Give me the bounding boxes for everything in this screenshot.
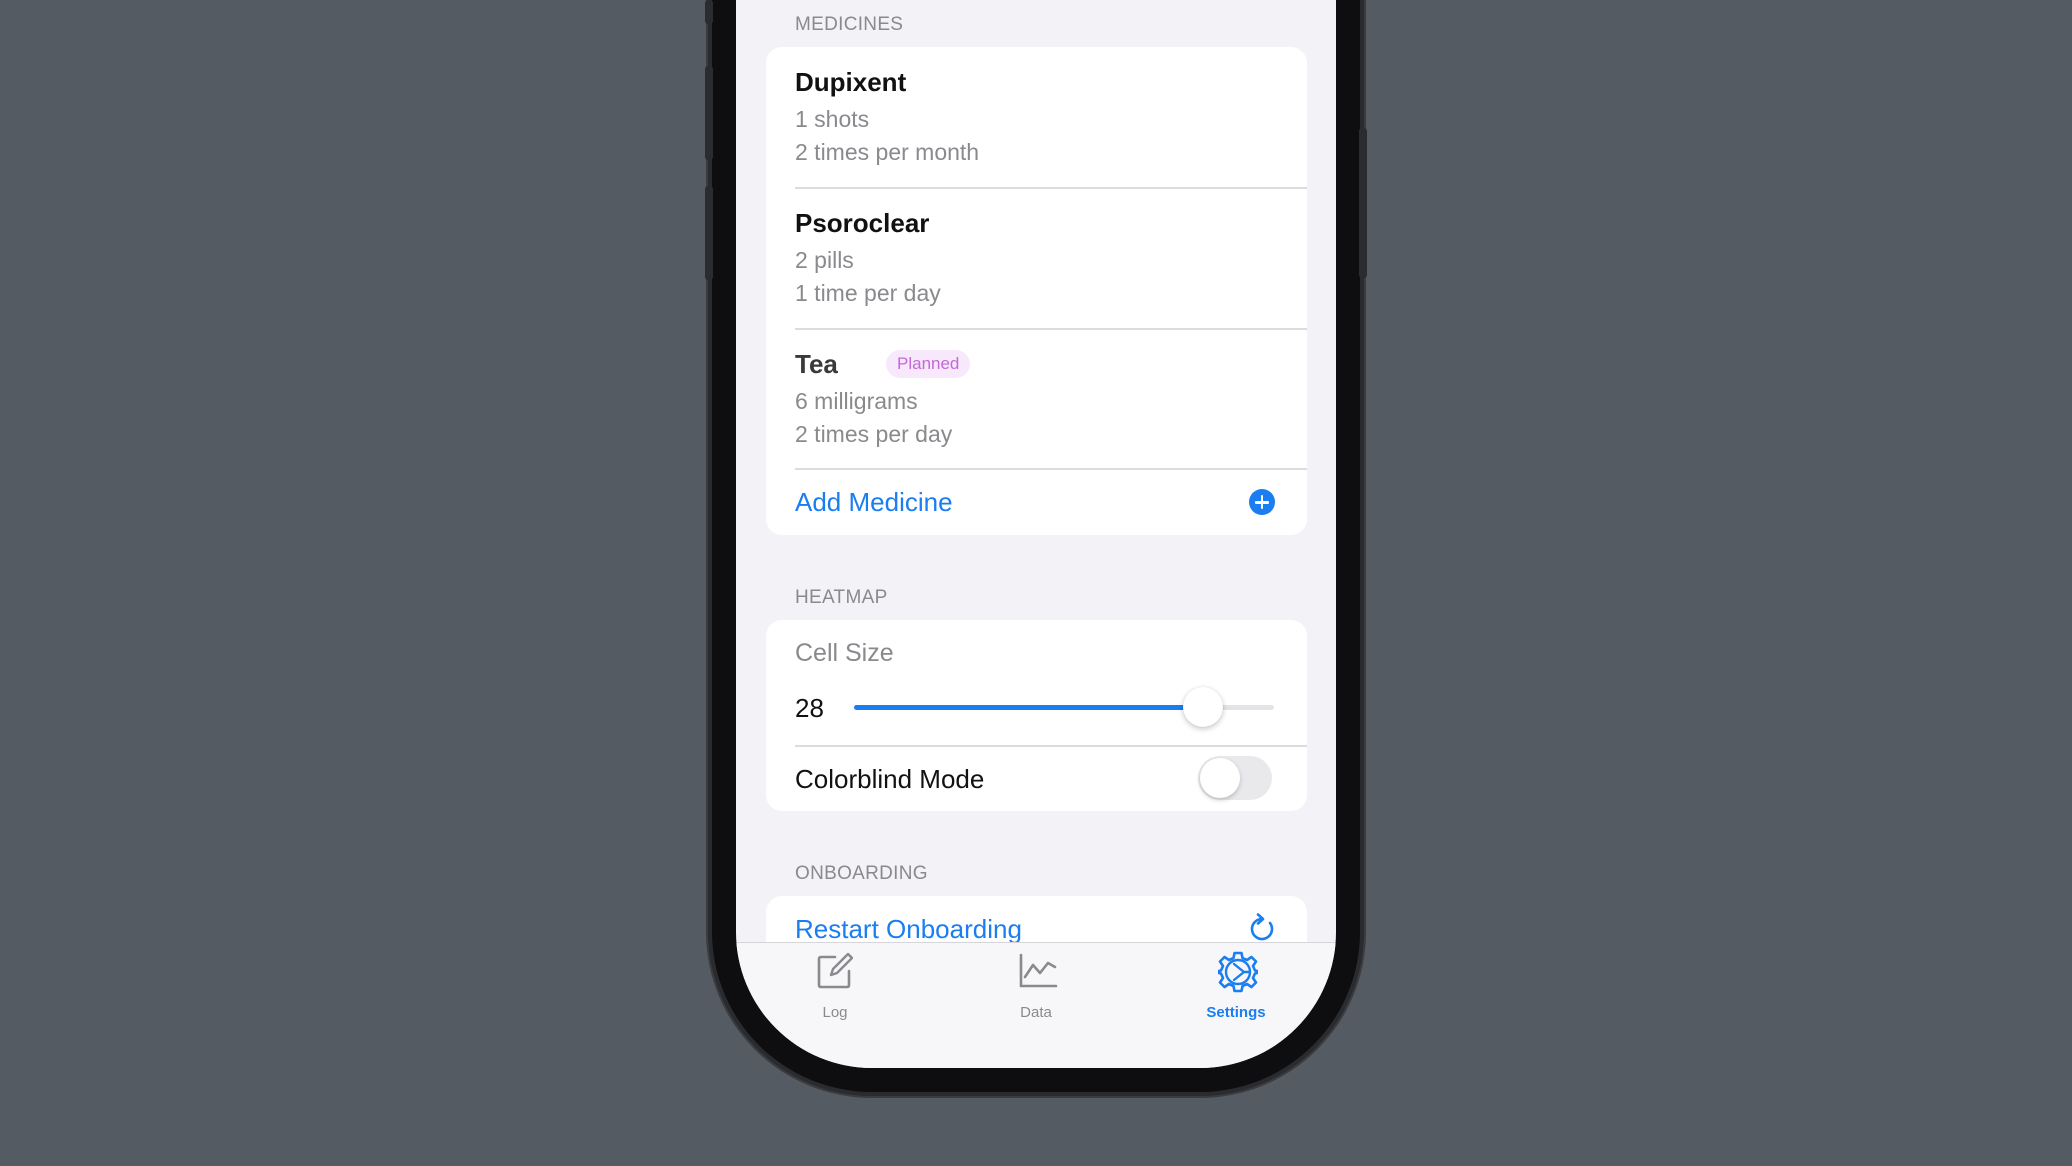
medicine-row-tea[interactable]: Tea Planned 6 milligrams 2 times per day <box>766 329 1307 469</box>
tab-log[interactable]: Log <box>775 951 895 1021</box>
compose-icon <box>817 952 853 989</box>
medicine-dose: 2 pills <box>795 247 854 273</box>
medicine-frequency: 1 time per day <box>795 280 941 306</box>
tab-settings[interactable]: Settings <box>1176 951 1296 1021</box>
medicine-frequency: 2 times per day <box>795 421 953 447</box>
tab-label: Data <box>1020 1004 1052 1021</box>
refresh-icon <box>1250 913 1274 941</box>
medicine-name: Psoroclear <box>795 208 930 238</box>
cell-size-label: Cell Size <box>795 639 894 667</box>
cell-size-slider[interactable] <box>854 687 1274 727</box>
medicine-dose: 6 milligrams <box>795 388 918 414</box>
power-button <box>1359 128 1367 278</box>
plus-circle-icon <box>1249 489 1275 515</box>
toggle-knob <box>1200 758 1240 798</box>
heatmap-settings: Cell Size 28 Colorblind Mode <box>766 620 1307 811</box>
tab-label: Settings <box>1206 1004 1266 1021</box>
colorblind-mode-label: Colorblind Mode <box>795 764 985 794</box>
chart-line-icon <box>1019 953 1058 988</box>
tab-bar: Log Data Settings <box>736 942 1336 1068</box>
colorblind-mode-toggle[interactable] <box>1198 756 1272 800</box>
add-medicine-label: Add Medicine <box>795 487 953 517</box>
volume-down-button <box>705 186 713 280</box>
cell-size-slider-fill <box>854 705 1203 710</box>
cell-size-slider-thumb[interactable] <box>1182 687 1223 727</box>
cell-size-value: 28 <box>795 693 824 723</box>
medicine-name: Dupixent <box>795 67 907 97</box>
planned-badge: Planned <box>886 350 971 378</box>
section-header-heatmap: HEATMAP <box>795 587 888 608</box>
restart-onboarding-label: Restart Onboarding <box>795 914 1022 944</box>
volume-up-button <box>705 66 713 160</box>
gear-icon <box>1218 951 1258 993</box>
add-medicine-button[interactable]: Add Medicine <box>766 469 1307 535</box>
phone-screen: MEDICINES Dupixent 1 shots 2 times per m… <box>736 0 1336 1068</box>
medicine-name: Tea <box>795 349 838 379</box>
medicine-frequency: 2 times per month <box>795 139 980 165</box>
tab-data[interactable]: Data <box>976 951 1096 1021</box>
section-header-medicines: MEDICINES <box>795 14 904 35</box>
medicine-row-psoroclear[interactable]: Psoroclear 2 pills 1 time per day <box>766 188 1307 328</box>
medicine-row-dupixent[interactable]: Dupixent 1 shots 2 times per month <box>766 47 1307 187</box>
phone-side-button <box>705 0 713 24</box>
row-divider <box>795 745 1307 747</box>
section-header-onboarding: ONBOARDING <box>795 863 928 884</box>
medicines-list: Dupixent 1 shots 2 times per month Psoro… <box>766 47 1307 535</box>
tab-label: Log <box>822 1004 848 1021</box>
medicine-dose: 1 shots <box>795 106 870 132</box>
